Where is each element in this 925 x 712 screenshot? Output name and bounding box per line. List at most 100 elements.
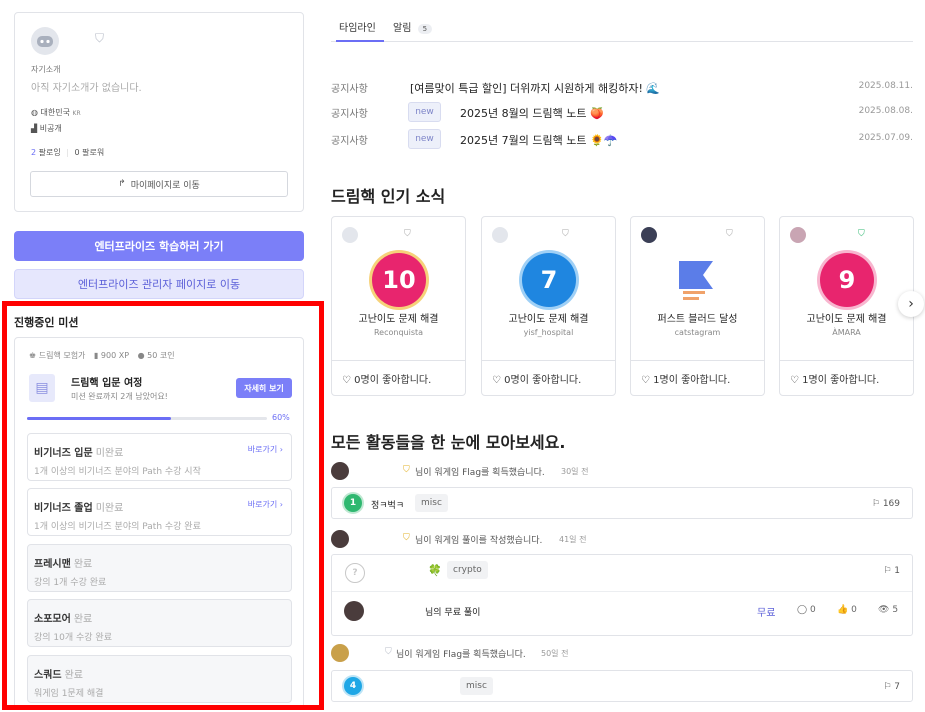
post-title: 정ㅋ벅ㅋ bbox=[371, 501, 405, 511]
flag-count-value: 7 bbox=[894, 682, 900, 692]
shield-icon: ⛉ bbox=[403, 465, 410, 475]
highlight-box bbox=[2, 301, 324, 710]
comment-count[interactable]: ◯ 0 bbox=[797, 605, 816, 615]
shield-icon: ⛉ bbox=[385, 647, 392, 657]
heart-icon: ♡ bbox=[342, 375, 351, 386]
clover-icon: 🍀 bbox=[428, 564, 442, 577]
notifications-count-badge: 5 bbox=[417, 24, 433, 34]
news-card[interactable]: ⛉ 9 고난이도 문제 해결 ÀMARA ♡ 1명이 좋아합니다. bbox=[779, 216, 914, 396]
activity-text: 님이 워게임 풀이를 작성했습니다. bbox=[415, 536, 543, 546]
news-label: 고난이도 문제 해결 bbox=[806, 314, 887, 325]
flag-count: ⚐ 1 bbox=[883, 566, 900, 576]
eye-icon: 👁 bbox=[878, 605, 890, 615]
activity-header: ⛉ 님이 워게임 Flag를 획득했습니다. 50일 전 bbox=[331, 644, 913, 662]
activity-post[interactable]: ? 🍀 crypto ⚐ 1 님의 무료 풀이 무료 ◯ 0 👍 0 👁 5 bbox=[331, 554, 913, 636]
news-card[interactable]: ⛉ 7 고난이도 문제 해결 yisf_hospital ♡ 0명이 좋아합니다… bbox=[481, 216, 616, 396]
shield-icon: ⛉ bbox=[726, 229, 733, 239]
following-count: 2 bbox=[31, 148, 37, 157]
comment-icon: ◯ bbox=[797, 605, 808, 615]
shield-icon: ⛉ bbox=[562, 229, 569, 239]
user-avatar[interactable] bbox=[331, 462, 349, 480]
flag-count-value: 1 bbox=[894, 566, 900, 576]
user-avatar[interactable] bbox=[492, 227, 508, 243]
notice-date: 2025.08.11. bbox=[858, 81, 913, 91]
globe-icon: ◍ bbox=[31, 108, 38, 117]
popular-section-title: 드림핵 인기 소식 bbox=[331, 187, 446, 206]
category-tag[interactable]: crypto bbox=[447, 561, 488, 579]
category-tag[interactable]: misc bbox=[415, 494, 448, 512]
notice-row[interactable]: 공지사항 new 2025년 8월의 드림핵 노트 🍑 2025.08.08. bbox=[331, 102, 913, 122]
price-label: 무료 bbox=[757, 608, 776, 619]
enterprise-admin-button[interactable]: 엔터프라이즈 관리자 페이지로 이동 bbox=[14, 269, 304, 299]
user-avatar[interactable] bbox=[790, 227, 806, 243]
tab-bar: 타임라인 알림 5 bbox=[331, 0, 913, 42]
news-label: 고난이도 문제 해결 bbox=[358, 314, 439, 325]
heart-icon: ♡ bbox=[492, 375, 501, 386]
news-username: catstagram bbox=[674, 328, 721, 337]
notice-row[interactable]: 공지사항 [여름맞이 특급 할인] 더위까지 시원하게 해킹하자! 🌊 2025… bbox=[331, 77, 913, 97]
chevron-right-icon: › bbox=[908, 296, 914, 312]
news-username: Reconquista bbox=[373, 328, 424, 337]
carousel-next-button[interactable]: › bbox=[898, 291, 924, 317]
flag-icon: ⚐ bbox=[883, 566, 892, 576]
category-tag[interactable]: misc bbox=[460, 677, 493, 695]
shield-icon: ⛉ bbox=[858, 229, 865, 239]
like-count[interactable]: 👍 0 bbox=[837, 605, 857, 615]
mypage-button[interactable]: ↱ 마이페이지로 이동 bbox=[30, 171, 288, 197]
notice-date: 2025.08.08. bbox=[858, 106, 913, 116]
notice-title: [여름맞이 특급 할인] 더위까지 시원하게 해킹하자! 🌊 bbox=[410, 82, 661, 95]
news-card[interactable]: ⛉ 퍼스트 블러드 달성 catstagram ♡ 1명이 좋아합니다. bbox=[630, 216, 765, 396]
new-badge: new bbox=[408, 129, 441, 149]
activity-post[interactable]: 1 정ㅋ벅ㅋ misc ⚐ 169 bbox=[331, 487, 913, 519]
following-label: 팔로잉 bbox=[38, 148, 61, 157]
like-row[interactable]: ♡ 0명이 좋아합니다. bbox=[482, 360, 615, 396]
news-card[interactable]: ⛉ 10 고난이도 문제 해결 Reconquista ♡ 0명이 좋아합니다. bbox=[331, 216, 466, 396]
news-username: yisf_hospital bbox=[523, 328, 574, 337]
level-circle: 4 bbox=[344, 677, 362, 695]
building-icon: ▟ bbox=[31, 124, 38, 133]
forward-arrow-icon: ↱ bbox=[118, 179, 126, 189]
news-label: 고난이도 문제 해결 bbox=[508, 314, 589, 325]
comment-count-value: 0 bbox=[809, 605, 816, 615]
news-label: 퍼스트 블러드 달성 bbox=[657, 314, 738, 325]
level-number: ? bbox=[352, 568, 358, 578]
like-row[interactable]: ♡ 0명이 좋아합니다. bbox=[332, 360, 465, 396]
mypage-button-label: 마이페이지로 이동 bbox=[130, 180, 200, 191]
follower-link[interactable]: 0 팔로워 bbox=[75, 148, 105, 157]
notice-date: 2025.07.09. bbox=[858, 133, 913, 143]
user-avatar[interactable] bbox=[342, 227, 358, 243]
user-avatar[interactable] bbox=[641, 227, 657, 243]
enterprise-learn-button[interactable]: 엔터프라이즈 학습하러 가기 bbox=[14, 231, 304, 261]
notice-title: 2025년 8월의 드림핵 노트 🍑 bbox=[460, 107, 604, 120]
following-link[interactable]: 2 팔로잉 bbox=[31, 148, 61, 157]
shield-icon: ⛉ bbox=[404, 229, 411, 239]
user-avatar[interactable] bbox=[331, 530, 349, 548]
country-text: 대한민국 bbox=[40, 108, 70, 117]
level-badge: 9 bbox=[820, 253, 874, 307]
badge-number: 10 bbox=[382, 266, 416, 294]
notice-row[interactable]: 공지사항 new 2025년 7월의 드림핵 노트 🌻☂️ 2025.07.09… bbox=[331, 129, 913, 149]
intro-text: 아직 자기소개가 없습니다. bbox=[31, 83, 142, 94]
user-avatar[interactable] bbox=[331, 644, 349, 662]
like-count-text: 1명이 좋아합니다. bbox=[802, 375, 880, 386]
level-circle: 1 bbox=[344, 494, 362, 512]
tab-timeline[interactable]: 타임라인 bbox=[339, 19, 376, 34]
badge-number: 9 bbox=[838, 266, 856, 294]
profile-avatar[interactable] bbox=[31, 27, 59, 55]
activity-time: 41일 전 bbox=[559, 535, 587, 544]
tab-notifications[interactable]: 알림 5 bbox=[393, 19, 433, 34]
follower-label: 팔로워 bbox=[82, 148, 105, 157]
thumbs-up-icon: 👍 bbox=[837, 605, 849, 615]
user-avatar[interactable] bbox=[344, 601, 364, 621]
notice-title: 2025년 7월의 드림핵 노트 🌻☂️ bbox=[460, 134, 618, 147]
activity-section-title: 모든 활동들을 한 눈에 모아보세요. bbox=[331, 433, 566, 452]
profile-card: ⛉ 자기소개 아직 자기소개가 없습니다. ◍ 대한민국 KR ▟ 비공개 2 … bbox=[14, 12, 304, 212]
heart-icon: ♡ bbox=[790, 375, 799, 386]
activity-post[interactable]: 4 misc ⚐ 7 bbox=[331, 670, 913, 702]
company-text: 비공개 bbox=[39, 124, 62, 133]
activity-text: 님이 워게임 Flag를 획득했습니다. bbox=[396, 650, 526, 660]
like-row[interactable]: ♡ 1명이 좋아합니다. bbox=[631, 360, 764, 396]
tab-timeline-label: 타임라인 bbox=[339, 23, 376, 34]
like-row[interactable]: ♡ 1명이 좋아합니다. bbox=[780, 360, 913, 396]
like-count-text: 0명이 좋아합니다. bbox=[504, 375, 582, 386]
